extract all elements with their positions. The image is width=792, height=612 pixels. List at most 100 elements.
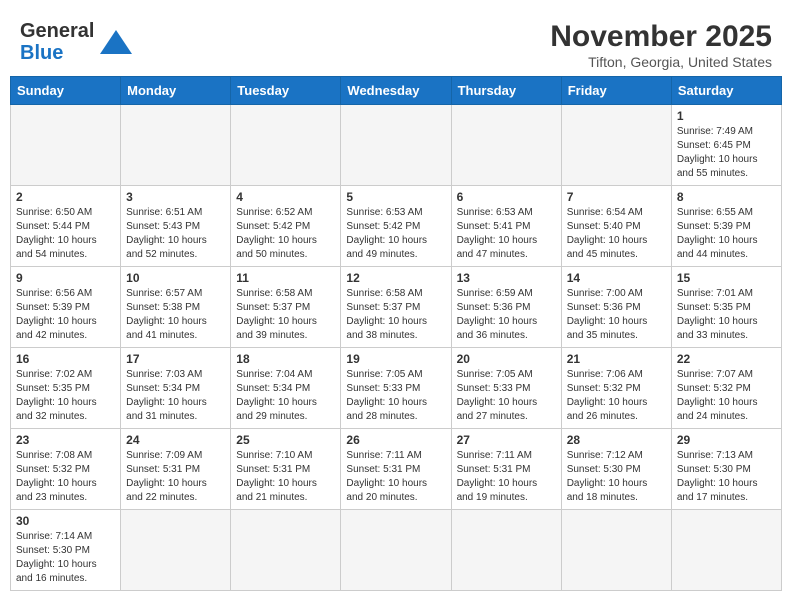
logo: General Blue [20,20,134,64]
day-info: Sunrise: 7:09 AM Sunset: 5:31 PM Dayligh… [126,449,225,505]
calendar-day-cell [121,510,231,591]
day-number: 19 [346,352,445,366]
calendar-day-cell: 22 Sunrise: 7:07 AM Sunset: 5:32 PM Dayli… [671,348,781,429]
day-number: 16 [16,352,115,366]
calendar-table: SundayMondayTuesdayWednesdayThursdayFrid… [10,76,782,591]
day-info: Sunrise: 7:11 AM Sunset: 5:31 PM Dayligh… [346,449,445,505]
page-header: General Blue November 2025 Tifton, Georg… [10,10,782,76]
day-info: Sunrise: 7:01 AM Sunset: 5:35 PM Dayligh… [677,287,776,343]
day-info: Sunrise: 7:14 AM Sunset: 5:30 PM Dayligh… [16,530,115,586]
day-info: Sunrise: 6:58 AM Sunset: 5:37 PM Dayligh… [346,287,445,343]
day-number: 13 [457,271,556,285]
day-number: 15 [677,271,776,285]
day-number: 10 [126,271,225,285]
location-title: Tifton, Georgia, United States [550,54,772,70]
calendar-day-cell: 10 Sunrise: 6:57 AM Sunset: 5:38 PM Dayli… [121,267,231,348]
day-number: 7 [567,190,666,204]
calendar-day-cell: 13 Sunrise: 6:59 AM Sunset: 5:36 PM Dayli… [451,267,561,348]
day-info: Sunrise: 6:57 AM Sunset: 5:38 PM Dayligh… [126,287,225,343]
weekday-header-saturday: Saturday [671,77,781,105]
calendar-day-cell: 16 Sunrise: 7:02 AM Sunset: 5:35 PM Dayli… [11,348,121,429]
weekday-header-sunday: Sunday [11,77,121,105]
calendar-day-cell: 1Sunrise: 7:49 AM Sunset: 6:45 PM Daylig… [671,105,781,186]
day-info: Sunrise: 6:59 AM Sunset: 5:36 PM Dayligh… [457,287,556,343]
day-info: Sunrise: 7:05 AM Sunset: 5:33 PM Dayligh… [346,368,445,424]
day-number: 11 [236,271,335,285]
calendar-day-cell [561,105,671,186]
day-info: Sunrise: 7:02 AM Sunset: 5:35 PM Dayligh… [16,368,115,424]
day-number: 29 [677,433,776,447]
calendar-day-cell [451,105,561,186]
calendar-day-cell: 21Sunrise: 7:06 AM Sunset: 5:32 PM Dayli… [561,348,671,429]
day-number: 20 [457,352,556,366]
day-info: Sunrise: 7:05 AM Sunset: 5:33 PM Dayligh… [457,368,556,424]
calendar-week-row: 1Sunrise: 7:49 AM Sunset: 6:45 PM Daylig… [11,105,782,186]
logo-text: General Blue [20,20,94,64]
calendar-day-cell [561,510,671,591]
day-info: Sunrise: 7:11 AM Sunset: 5:31 PM Dayligh… [457,449,556,505]
day-number: 23 [16,433,115,447]
calendar-day-cell: 24 Sunrise: 7:09 AM Sunset: 5:31 PM Dayli… [121,429,231,510]
day-number: 25 [236,433,335,447]
calendar-day-cell: 3 Sunrise: 6:51 AM Sunset: 5:43 PM Daylig… [121,186,231,267]
day-info: Sunrise: 6:55 AM Sunset: 5:39 PM Dayligh… [677,206,776,262]
day-info: Sunrise: 7:07 AM Sunset: 5:32 PM Dayligh… [677,368,776,424]
calendar-day-cell: 4Sunrise: 6:52 AM Sunset: 5:42 PM Daylig… [231,186,341,267]
calendar-day-cell [121,105,231,186]
day-number: 3 [126,190,225,204]
calendar-day-cell: 18 Sunrise: 7:04 AM Sunset: 5:34 PM Dayli… [231,348,341,429]
day-info: Sunrise: 7:10 AM Sunset: 5:31 PM Dayligh… [236,449,335,505]
month-title: November 2025 [550,20,772,54]
calendar-day-cell: 25 Sunrise: 7:10 AM Sunset: 5:31 PM Dayli… [231,429,341,510]
calendar-day-cell: 29Sunrise: 7:13 AM Sunset: 5:30 PM Dayli… [671,429,781,510]
weekday-header-friday: Friday [561,77,671,105]
day-number: 28 [567,433,666,447]
day-info: Sunrise: 7:12 AM Sunset: 5:30 PM Dayligh… [567,449,666,505]
calendar-week-row: 2 Sunrise: 6:50 AM Sunset: 5:44 PM Daylig… [11,186,782,267]
calendar-day-cell: 28 Sunrise: 7:12 AM Sunset: 5:30 PM Dayli… [561,429,671,510]
day-info: Sunrise: 7:00 AM Sunset: 5:36 PM Dayligh… [567,287,666,343]
day-info: Sunrise: 7:06 AM Sunset: 5:32 PM Dayligh… [567,368,666,424]
day-number: 30 [16,514,115,528]
weekday-header-monday: Monday [121,77,231,105]
calendar-day-cell [341,105,451,186]
day-info: Sunrise: 6:54 AM Sunset: 5:40 PM Dayligh… [567,206,666,262]
day-info: Sunrise: 6:53 AM Sunset: 5:41 PM Dayligh… [457,206,556,262]
day-number: 24 [126,433,225,447]
calendar-title-area: November 2025 Tifton, Georgia, United St… [550,20,772,70]
day-number: 22 [677,352,776,366]
calendar-day-cell: 26 Sunrise: 7:11 AM Sunset: 5:31 PM Dayli… [341,429,451,510]
day-info: Sunrise: 7:04 AM Sunset: 5:34 PM Dayligh… [236,368,335,424]
day-info: Sunrise: 7:03 AM Sunset: 5:34 PM Dayligh… [126,368,225,424]
day-number: 17 [126,352,225,366]
calendar-week-row: 9Sunrise: 6:56 AM Sunset: 5:39 PM Daylig… [11,267,782,348]
day-info: Sunrise: 6:50 AM Sunset: 5:44 PM Dayligh… [16,206,115,262]
calendar-week-row: 16 Sunrise: 7:02 AM Sunset: 5:35 PM Dayli… [11,348,782,429]
weekday-header-tuesday: Tuesday [231,77,341,105]
day-number: 12 [346,271,445,285]
day-number: 8 [677,190,776,204]
day-number: 9 [16,271,115,285]
day-number: 27 [457,433,556,447]
calendar-day-cell: 19 Sunrise: 7:05 AM Sunset: 5:33 PM Dayli… [341,348,451,429]
day-info: Sunrise: 6:58 AM Sunset: 5:37 PM Dayligh… [236,287,335,343]
day-info: Sunrise: 7:08 AM Sunset: 5:32 PM Dayligh… [16,449,115,505]
calendar-day-cell: 7 Sunrise: 6:54 AM Sunset: 5:40 PM Daylig… [561,186,671,267]
calendar-day-cell: 17 Sunrise: 7:03 AM Sunset: 5:34 PM Dayli… [121,348,231,429]
calendar-day-cell: 5Sunrise: 6:53 AM Sunset: 5:42 PM Daylig… [341,186,451,267]
calendar-day-cell: 20 Sunrise: 7:05 AM Sunset: 5:33 PM Dayli… [451,348,561,429]
day-info: Sunrise: 6:51 AM Sunset: 5:43 PM Dayligh… [126,206,225,262]
calendar-day-cell: 23 Sunrise: 7:08 AM Sunset: 5:32 PM Dayli… [11,429,121,510]
day-number: 2 [16,190,115,204]
calendar-day-cell [451,510,561,591]
day-info: Sunrise: 6:53 AM Sunset: 5:42 PM Dayligh… [346,206,445,262]
calendar-day-cell: 9Sunrise: 6:56 AM Sunset: 5:39 PM Daylig… [11,267,121,348]
calendar-day-cell [341,510,451,591]
day-info: Sunrise: 7:49 AM Sunset: 6:45 PM Dayligh… [677,125,776,181]
day-number: 18 [236,352,335,366]
weekday-header-wednesday: Wednesday [341,77,451,105]
weekday-header-thursday: Thursday [451,77,561,105]
calendar-day-cell [11,105,121,186]
day-number: 26 [346,433,445,447]
calendar-day-cell: 12 Sunrise: 6:58 AM Sunset: 5:37 PM Dayli… [341,267,451,348]
